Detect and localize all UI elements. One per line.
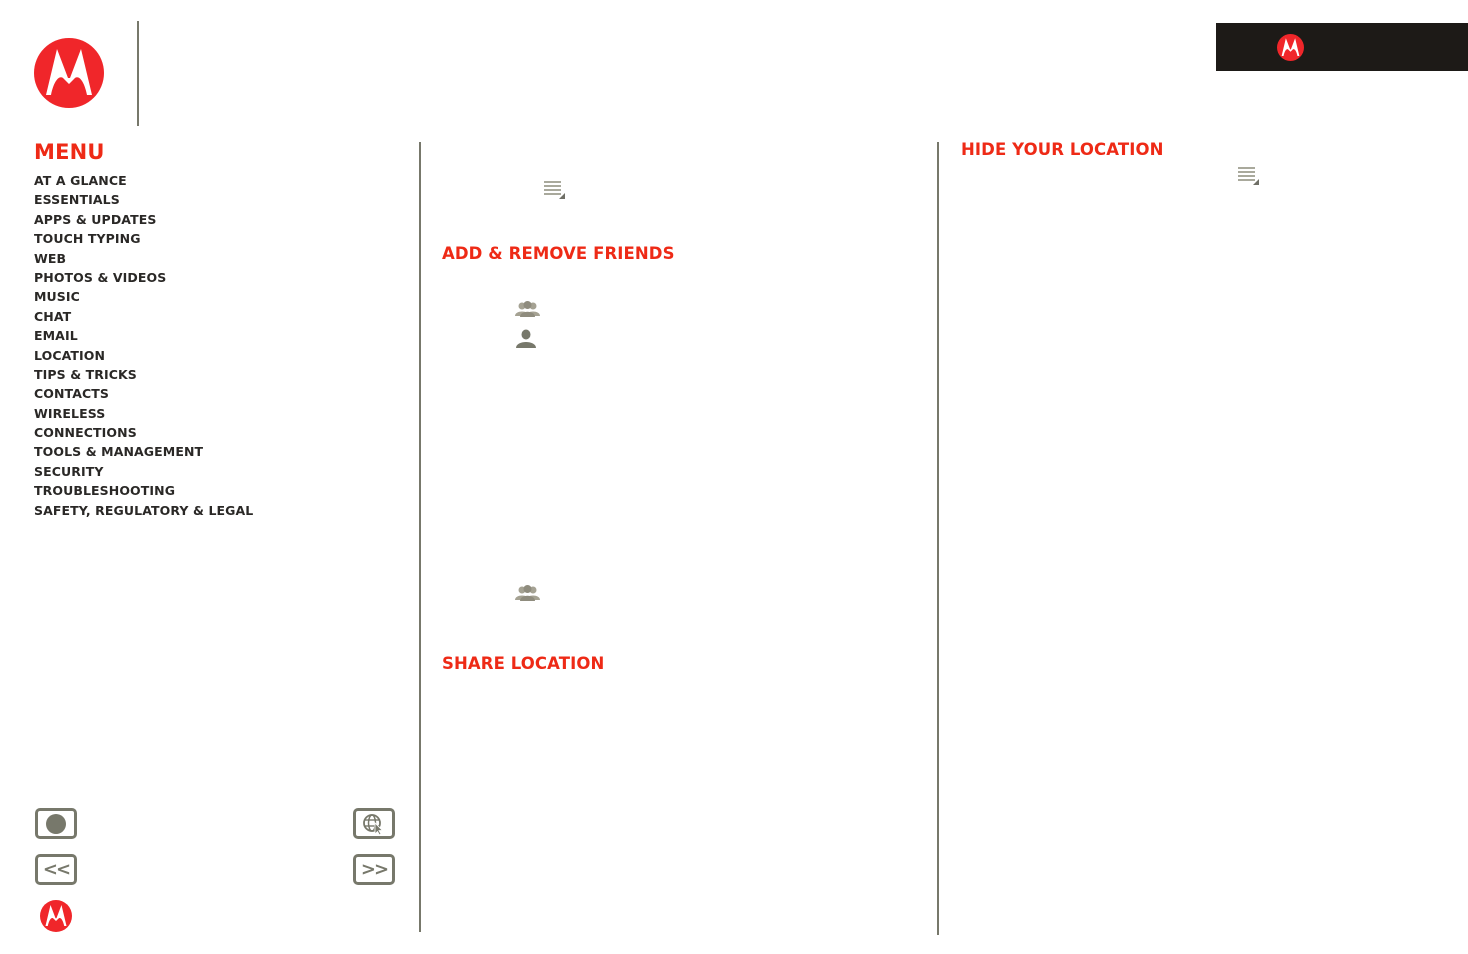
menu-item-tips-tricks[interactable]: TIPS & TRICKS	[34, 365, 253, 384]
column-divider	[937, 142, 939, 935]
person-icon	[516, 329, 536, 348]
menu-item-at-a-glance[interactable]: AT A GLANCE	[34, 171, 253, 190]
menu-list: AT A GLANCE ESSENTIALS APPS & UPDATES TO…	[34, 171, 253, 520]
menu-item-chat[interactable]: CHAT	[34, 307, 253, 326]
menu-item-tools-management[interactable]: TOOLS & MANAGEMENT	[34, 442, 253, 461]
brand-bar	[1216, 23, 1468, 71]
menu-item-connections[interactable]: CONNECTIONS	[34, 423, 253, 442]
section-heading-share-location: SHARE LOCATION	[442, 654, 605, 673]
section-heading-add-remove-friends: ADD & REMOVE FRIENDS	[442, 244, 675, 263]
web-button[interactable]	[353, 808, 395, 839]
forward-button[interactable]: >>	[353, 854, 395, 885]
menu-item-wireless[interactable]: WIRELESS	[34, 404, 253, 423]
menu-item-security[interactable]: SECURITY	[34, 462, 253, 481]
menu-item-apps-updates[interactable]: APPS & UPDATES	[34, 210, 253, 229]
menu-item-photos-videos[interactable]: PHOTOS & VIDEOS	[34, 268, 253, 287]
globe-cursor-icon	[363, 813, 384, 835]
menu-item-web[interactable]: WEB	[34, 249, 253, 268]
section-heading-hide-your-location: HIDE YOUR LOCATION	[961, 140, 1164, 159]
home-icon	[46, 813, 66, 834]
menu-key-icon	[544, 181, 565, 199]
back-arrow-icon: <<	[42, 858, 71, 880]
column-divider	[419, 142, 421, 932]
friends-icon	[515, 301, 540, 317]
header-divider	[137, 21, 139, 126]
menu-title: MENU	[34, 140, 105, 164]
forward-arrow-icon: >>	[360, 858, 389, 880]
motorola-logo-icon	[34, 38, 104, 108]
menu-item-music[interactable]: MUSIC	[34, 287, 253, 306]
menu-item-location[interactable]: LOCATION	[34, 346, 253, 365]
menu-item-troubleshooting[interactable]: TROUBLESHOOTING	[34, 481, 253, 500]
menu-item-touch-typing[interactable]: TOUCH TYPING	[34, 229, 253, 248]
menu-key-icon	[1238, 167, 1259, 185]
back-button[interactable]: <<	[35, 854, 77, 885]
friends-icon	[515, 585, 540, 601]
home-button[interactable]	[35, 808, 77, 839]
motorola-logo-icon[interactable]	[40, 900, 72, 932]
menu-item-essentials[interactable]: ESSENTIALS	[34, 190, 253, 209]
motorola-logo-icon	[1277, 34, 1304, 61]
menu-item-contacts[interactable]: CONTACTS	[34, 384, 253, 403]
menu-item-email[interactable]: EMAIL	[34, 326, 253, 345]
menu-item-safety-regulatory-legal[interactable]: SAFETY, REGULATORY & LEGAL	[34, 501, 253, 520]
